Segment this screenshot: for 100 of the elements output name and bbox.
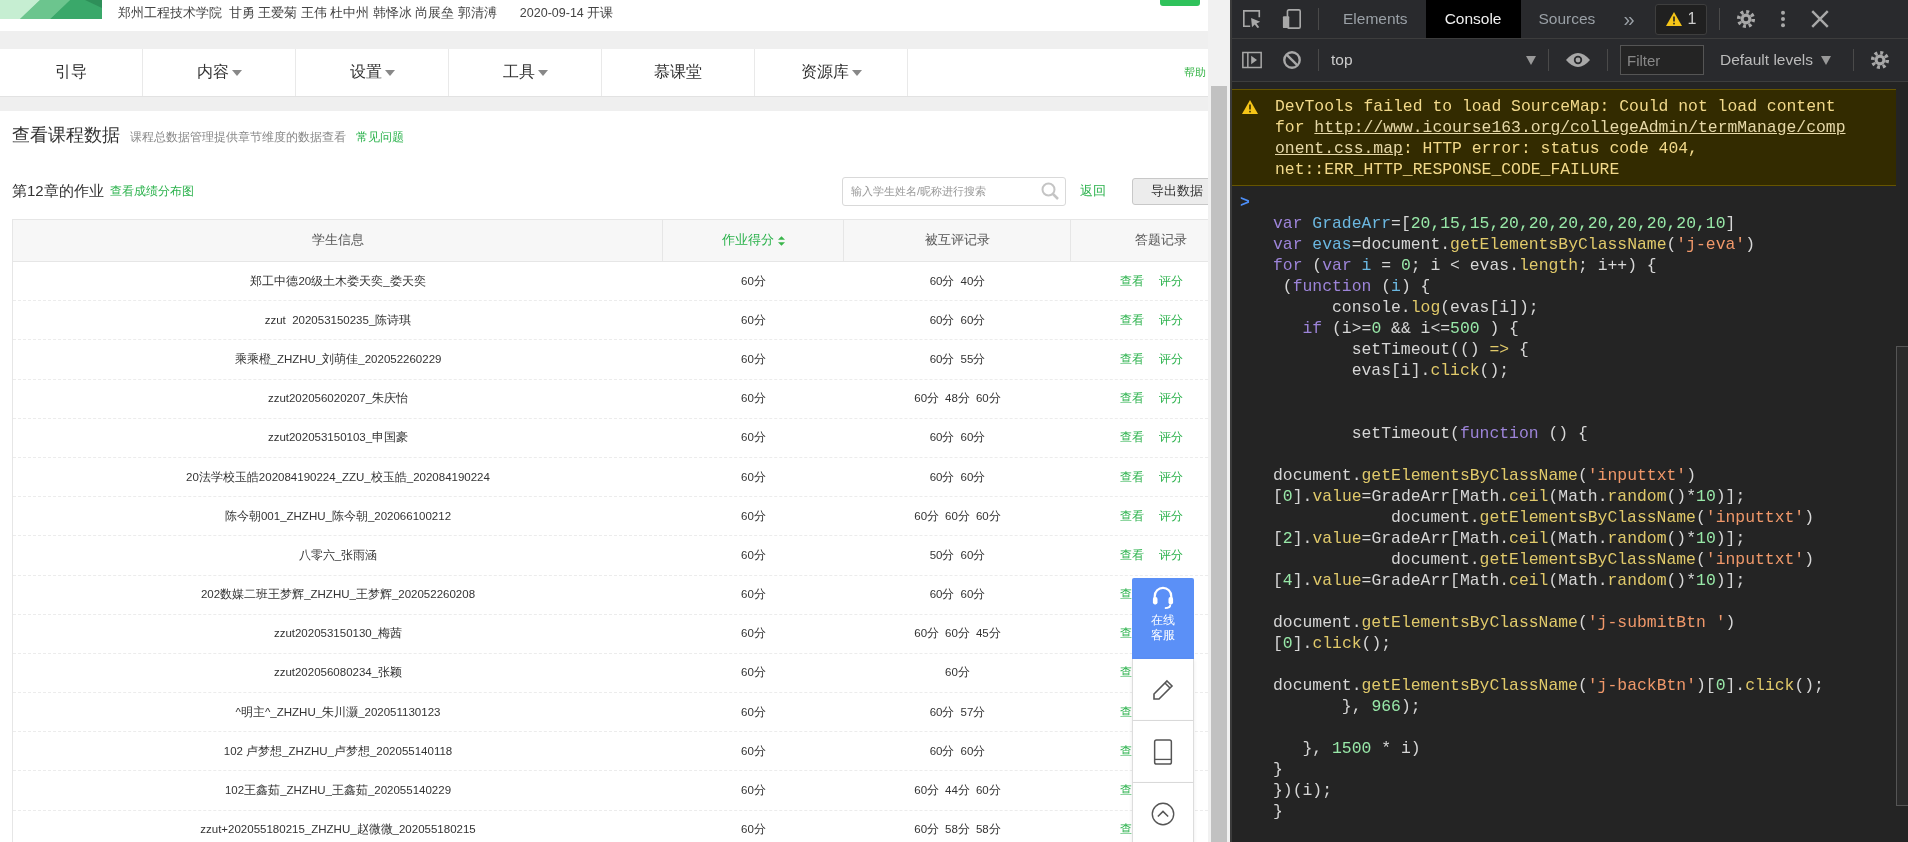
code-keyword: if xyxy=(1301,319,1323,338)
action-link[interactable]: 查 xyxy=(1120,665,1132,681)
source-map-link[interactable]: onent.css.map xyxy=(1275,139,1403,158)
code-method: getElementsByClassName xyxy=(1361,676,1578,695)
inspect-icon[interactable] xyxy=(1242,9,1262,29)
nav-tab[interactable]: 引导 xyxy=(0,49,143,96)
up-chevron-icon xyxy=(1151,800,1175,827)
nav-tab[interactable]: 设置 xyxy=(296,49,449,96)
code-text: ] xyxy=(1725,214,1736,233)
code-string: 'j-eva' xyxy=(1676,235,1746,254)
table-cell-text: zzut+202055180215_ZHZHU_赵微微_202055180215 xyxy=(199,822,477,838)
code-method: random xyxy=(1607,487,1667,506)
action-link[interactable]: 查看 xyxy=(1120,391,1144,407)
search-field[interactable]: 输入学生姓名/昵称进行搜索 xyxy=(842,176,1066,206)
peer-score: 60分 xyxy=(929,587,955,603)
code-text: [ xyxy=(1273,634,1283,653)
code-text: evas[i]. xyxy=(1350,361,1431,380)
export-button[interactable]: 导出数据 xyxy=(1132,177,1208,205)
device-icon[interactable] xyxy=(1282,9,1302,29)
nav-tab[interactable]: 资源库 xyxy=(755,49,908,96)
action-link[interactable]: 评分 xyxy=(1159,312,1183,328)
action-link[interactable]: 评分 xyxy=(1159,430,1183,446)
help-link[interactable]: 帮助 xyxy=(1184,65,1206,80)
table-cell-text: 60分 xyxy=(740,704,767,720)
action-link[interactable]: 查 xyxy=(1120,626,1132,642)
warning-badge[interactable]: 1 xyxy=(1654,3,1708,35)
teacher-names: 甘勇 王爱菊 王伟 杜中州 韩怿冰 尚展垒 郭清溥 xyxy=(229,5,497,22)
settings-icon[interactable] xyxy=(1736,9,1757,29)
code-text: =GradeArr[Math. xyxy=(1361,487,1510,506)
code-text: }, xyxy=(1340,697,1363,716)
mobile-button[interactable] xyxy=(1132,721,1194,783)
action-link[interactable]: 查看 xyxy=(1120,547,1144,563)
peer-score: 60分 xyxy=(929,704,955,720)
code-text: (Math. xyxy=(1548,529,1608,548)
nav-tab[interactable]: 工具 xyxy=(449,49,602,96)
action-link[interactable]: 查看 xyxy=(1120,430,1144,446)
action-link[interactable]: 查看 xyxy=(1120,508,1144,524)
action-link[interactable]: 查看 xyxy=(1120,273,1144,289)
peer-score: 60分 xyxy=(960,469,986,485)
code-variable: GradeArr xyxy=(1312,214,1392,233)
code-text: } xyxy=(1273,802,1283,821)
action-link[interactable]: 查看 xyxy=(1120,312,1144,328)
code-keyword: function xyxy=(1292,277,1372,296)
distribution-link[interactable]: 查看成绩分布图 xyxy=(109,183,194,199)
online-service-button[interactable]: 在线客服 xyxy=(1132,578,1194,659)
faq-link[interactable]: 常见问题 xyxy=(356,130,404,145)
settings-icon[interactable] xyxy=(1870,50,1891,70)
context-dropdown[interactable]: top xyxy=(1325,51,1542,69)
table-cell-text: zzut202056020207_朱庆怡 xyxy=(266,391,410,407)
clear-console-icon[interactable] xyxy=(1282,50,1302,70)
log-levels-dropdown[interactable]: Default levels xyxy=(1720,51,1832,69)
back-to-top-button[interactable] xyxy=(1132,783,1194,842)
action-link[interactable]: 查 xyxy=(1120,587,1132,603)
code-number: 0 xyxy=(1400,256,1411,275)
action-link[interactable]: 查 xyxy=(1120,822,1132,838)
code-text: (Math. xyxy=(1548,571,1608,590)
more-options-icon[interactable] xyxy=(1780,9,1787,29)
column-header[interactable]: 被互评记录 xyxy=(844,220,1071,261)
column-header[interactable]: 学生信息 xyxy=(13,220,663,261)
action-link[interactable]: 评分 xyxy=(1159,469,1183,485)
code-text: ()* xyxy=(1666,571,1697,590)
filter-field[interactable]: Filter xyxy=(1620,45,1704,75)
code-text: )]; xyxy=(1715,571,1746,590)
code-text: ]. xyxy=(1292,529,1313,548)
scrollbar[interactable] xyxy=(1208,0,1230,842)
table-cell-text: 60分 xyxy=(740,469,767,485)
eye-icon[interactable] xyxy=(1565,50,1591,70)
code-text: ( xyxy=(1577,613,1588,632)
table-cell-text: 102 卢梦想_ZHZHU_卢梦想_202055140118 xyxy=(222,743,454,759)
devtools-tab[interactable]: Elements xyxy=(1325,0,1426,38)
code-text: (); xyxy=(1479,361,1510,380)
source-map-link[interactable]: http://www.icourse163.org/collegeAdmin/termManage/comp xyxy=(1314,118,1846,137)
table-cell-text: zzut202053150130_梅茜 xyxy=(272,626,404,642)
action-link[interactable]: 查 xyxy=(1120,743,1132,759)
column-header[interactable]: 作业得分 xyxy=(663,220,844,261)
peer-score: 60分 xyxy=(945,626,970,642)
action-link[interactable]: 查 xyxy=(1120,783,1132,799)
sidebar-toggle-icon[interactable] xyxy=(1242,50,1262,70)
action-link[interactable]: 评分 xyxy=(1159,351,1183,367)
action-link[interactable]: 评分 xyxy=(1159,508,1183,524)
action-link[interactable]: 查看 xyxy=(1120,351,1144,367)
more-tabs-button[interactable]: » xyxy=(1623,7,1635,31)
devtools-tab[interactable]: Sources xyxy=(1520,0,1614,38)
code-method: value xyxy=(1312,487,1362,506)
devtools-tab[interactable]: Console xyxy=(1425,0,1521,38)
action-link[interactable]: 查 xyxy=(1120,704,1132,720)
table-cell-text: 202数媒二班王梦辉_ZHZHU_王梦辉_202052260208 xyxy=(199,587,477,603)
code-text: ( xyxy=(1281,277,1293,296)
close-icon[interactable] xyxy=(1810,9,1831,29)
peer-score: 44分 xyxy=(945,783,970,799)
action-link[interactable]: 评分 xyxy=(1159,391,1183,407)
nav-tab[interactable]: 慕课堂 xyxy=(602,49,755,96)
peer-score: 60分 xyxy=(929,312,955,328)
action-link[interactable]: 评分 xyxy=(1159,273,1183,289)
edit-button[interactable] xyxy=(1132,659,1194,721)
nav-tab[interactable]: 内容 xyxy=(143,49,296,96)
back-link[interactable]: 返回 xyxy=(1080,182,1106,200)
action-link[interactable]: 查看 xyxy=(1120,469,1144,485)
action-link[interactable]: 评分 xyxy=(1159,547,1183,563)
code-text: ( xyxy=(1695,508,1706,527)
